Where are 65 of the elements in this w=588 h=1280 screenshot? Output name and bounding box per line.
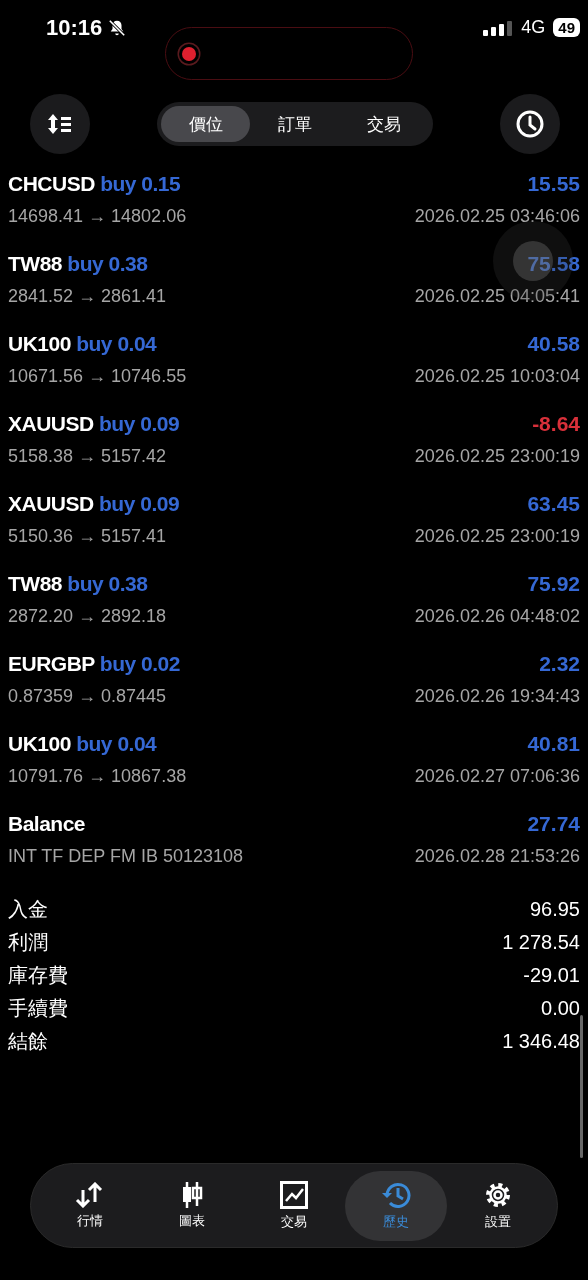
deal-time: 2026.02.28 21:53:26 — [414, 845, 580, 867]
deal-title: TW88 buy 0.38 — [8, 251, 148, 276]
history-icon — [381, 1180, 411, 1209]
deal-time: 2026.02.26 04:48:02 — [414, 605, 580, 627]
deal-time: 2026.02.26 19:34:43 — [414, 685, 580, 707]
summary-label: 庫存費 — [8, 963, 68, 988]
segment-tab[interactable]: 交易 — [339, 106, 429, 142]
deal-prices: 10791.76 → 10867.38 — [8, 765, 187, 787]
deal-time: 2026.02.25 04:05:41 — [414, 285, 580, 307]
summary-value: 1 346.48 — [502, 1030, 580, 1053]
deal-title: UK100 buy 0.04 — [8, 331, 157, 356]
deal-prices: INT TF DEP FM IB 50123108 — [8, 845, 244, 867]
deal-profit: 63.45 — [527, 491, 580, 516]
deal-profit: 75.92 — [527, 571, 580, 596]
deal-profit: 27.74 — [527, 811, 580, 836]
summary-label: 入金 — [8, 897, 48, 922]
deal-title: XAUUSD buy 0.09 — [8, 411, 180, 436]
bell-slash-icon — [108, 18, 127, 37]
up-down-arrows-icon — [75, 1181, 105, 1208]
summary-value: -29.01 — [523, 964, 580, 987]
deal-time: 2026.02.25 23:00:19 — [414, 445, 580, 467]
deal-prices: 5150.36 → 5157.41 — [8, 525, 167, 547]
deal-time: 2026.02.25 10:03:04 — [414, 365, 580, 387]
nav-tab[interactable]: 圖表 — [141, 1170, 243, 1241]
signal-icon — [483, 19, 514, 36]
deal-profit: 15.55 — [527, 171, 580, 196]
deal-prices: 0.87359 → 0.87445 — [8, 685, 167, 707]
deal-prices: 10671.56 → 10746.55 — [8, 365, 187, 387]
sort-icon — [47, 112, 73, 136]
deal-prices: 14698.41 → 14802.06 — [8, 205, 187, 227]
deal-title: TW88 buy 0.38 — [8, 571, 148, 596]
deal-title: EURGBP buy 0.02 — [8, 651, 180, 676]
deal-profit: 75.58 — [527, 251, 580, 276]
summary-label: 利潤 — [8, 930, 48, 955]
deal-time: 2026.02.25 03:46:06 — [414, 205, 580, 227]
status-time: 10:16 — [46, 14, 103, 41]
nav-tab[interactable]: 歷史 — [345, 1170, 447, 1241]
deal-prices: 2841.52 → 2861.41 — [8, 285, 167, 307]
settings-icon — [484, 1180, 512, 1209]
deal-time: 2026.02.27 07:06:36 — [414, 765, 580, 787]
segment-tab[interactable]: 訂單 — [250, 106, 340, 142]
deal-title: XAUUSD buy 0.09 — [8, 491, 180, 516]
nav-tab[interactable]: 交易 — [243, 1170, 345, 1241]
deal-time: 2026.02.25 23:00:19 — [414, 525, 580, 547]
deal-prices: 5158.38 → 5157.42 — [8, 445, 167, 467]
deal-profit: -8.64 — [532, 411, 580, 436]
segment-tab[interactable]: 價位 — [161, 106, 251, 142]
summary-label: 結餘 — [8, 1029, 48, 1054]
nav-tab[interactable]: 行情 — [39, 1170, 141, 1241]
deal-profit: 2.32 — [539, 651, 580, 676]
deal-title: CHCUSD buy 0.15 — [8, 171, 181, 196]
deal-title: Balance — [8, 811, 86, 836]
clock-icon — [515, 109, 545, 139]
network-label: 4G — [521, 17, 546, 38]
summary-value: 96.95 — [529, 898, 580, 921]
summary-value: 0.00 — [541, 997, 580, 1020]
deal-prices: 2872.20 → 2892.18 — [8, 605, 167, 627]
battery-indicator: 49 — [553, 18, 580, 37]
deal-title: UK100 buy 0.04 — [8, 731, 157, 756]
line-chart-icon — [280, 1180, 308, 1209]
summary-label: 手續費 — [8, 996, 68, 1021]
deal-profit: 40.58 — [527, 331, 580, 356]
nav-tab[interactable]: 設置 — [447, 1170, 549, 1241]
summary-value: 1 278.54 — [502, 931, 580, 954]
deal-profit: 40.81 — [527, 731, 580, 756]
